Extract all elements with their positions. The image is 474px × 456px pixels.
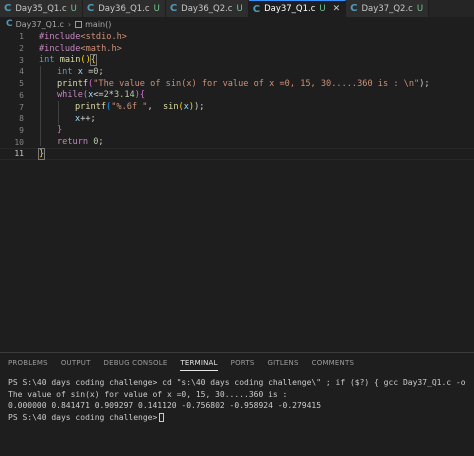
code-line: 6 while(x<=2*3.14){ [0,90,474,102]
line-number: 4 [19,67,24,77]
bottom-panel: PROBLEMS OUTPUT DEBUG CONSOLE TERMINAL P… [0,352,474,456]
terminal-cursor [159,412,165,422]
line-number: 11 [14,149,24,159]
c-file-icon: C [6,19,13,29]
tab-gitlens[interactable]: GITLENS [267,353,298,373]
code-line: 7 printf("%.6f ", sin(x)); [0,101,474,113]
tab-day37-q1[interactable]: C Day37_Q1.c U ✕ [248,0,347,17]
code-line: 1 #include<stdio.h> [0,31,474,43]
terminal-prompt: PS S:\40 days coding challenge> [8,412,158,422]
code-line: 4 int x =0; [0,66,474,78]
c-file-icon: C [350,3,358,14]
terminal-prompt-line: PS S:\40 days coding challenge> [8,412,466,424]
c-file-icon: C [169,3,178,14]
tab-problems[interactable]: PROBLEMS [8,353,48,373]
tab-comments[interactable]: COMMENTS [312,353,354,373]
tab-label: Day37_Q2.c [361,3,413,14]
close-icon[interactable]: ✕ [333,4,341,14]
tab-terminal[interactable]: TERMINAL [180,353,218,373]
line-number: 9 [19,125,24,135]
breadcrumb-symbol[interactable]: main() [85,20,111,29]
code-line: 10 return 0; [0,136,474,148]
tab-debug-console[interactable]: DEBUG CONSOLE [104,353,168,373]
terminal-line: 0.000000 0.841471 0.909297 0.141120 -0.7… [8,401,322,410]
terminal-line: The value of sin(x) for value of x =0, 1… [8,389,288,399]
chevron-right-icon: › [67,19,72,29]
untracked-badge: U [236,3,243,14]
code-line: 3 int main(){ [0,54,474,67]
tab-day37-q2[interactable]: C Day37_Q2.c U [346,0,430,17]
terminal[interactable]: PS S:\40 days coding challenge> cd "s:\4… [0,373,474,427]
line-number: 1 [19,32,24,42]
code-line: 2 #include<math.h> [0,43,474,55]
tab-label: Day35_Q1.c [15,3,67,14]
line-number: 10 [14,137,24,147]
line-number: 7 [19,102,24,112]
code-line: 8 x++; [0,113,474,125]
breadcrumb: C Day37_Q1.c › main() [0,17,474,31]
line-number: 2 [19,44,24,54]
code-editor[interactable]: 1 #include<stdio.h> 2 #include<math.h> 3… [0,31,474,161]
line-number: 6 [19,90,24,100]
untracked-badge: U [416,3,424,14]
tab-day35-q1[interactable]: C Day35_Q1.c U [0,0,83,17]
c-file-icon: C [86,3,95,14]
line-number: 8 [19,114,24,124]
cube-icon [75,20,83,28]
terminal-line: PS S:\40 days coding challenge> cd "s:\4… [8,378,466,387]
tab-label: Day36_Q1.c [98,3,150,14]
tab-label: Day36_Q2.c [181,3,233,14]
tab-day36-q1[interactable]: C Day36_Q1.c U [82,0,166,17]
code-line: 9 } [0,125,474,137]
line-number: 3 [19,55,24,65]
text-caret [44,148,46,159]
c-file-icon: C [4,3,12,14]
tab-output[interactable]: OUTPUT [61,353,91,373]
code-line: 5 printf("The value of sin(x) for value … [0,78,474,90]
untracked-badge: U [70,3,77,14]
line-number: 5 [19,79,24,89]
breadcrumb-file[interactable]: Day37_Q1.c [16,20,64,29]
untracked-badge: U [153,3,160,14]
editor-tab-bar: C Day35_Q1.c U C Day36_Q1.c U C Day36_Q2… [0,0,474,17]
code-line-current: 11 } [0,148,474,161]
tab-label: Day37_Q1.c [264,4,316,14]
c-file-icon: C [252,3,261,15]
panel-tabs: PROBLEMS OUTPUT DEBUG CONSOLE TERMINAL P… [0,353,474,373]
tab-ports[interactable]: PORTS [231,353,255,373]
untracked-badge: U [319,4,326,14]
tab-day36-q2[interactable]: C Day36_Q2.c U [165,0,249,17]
